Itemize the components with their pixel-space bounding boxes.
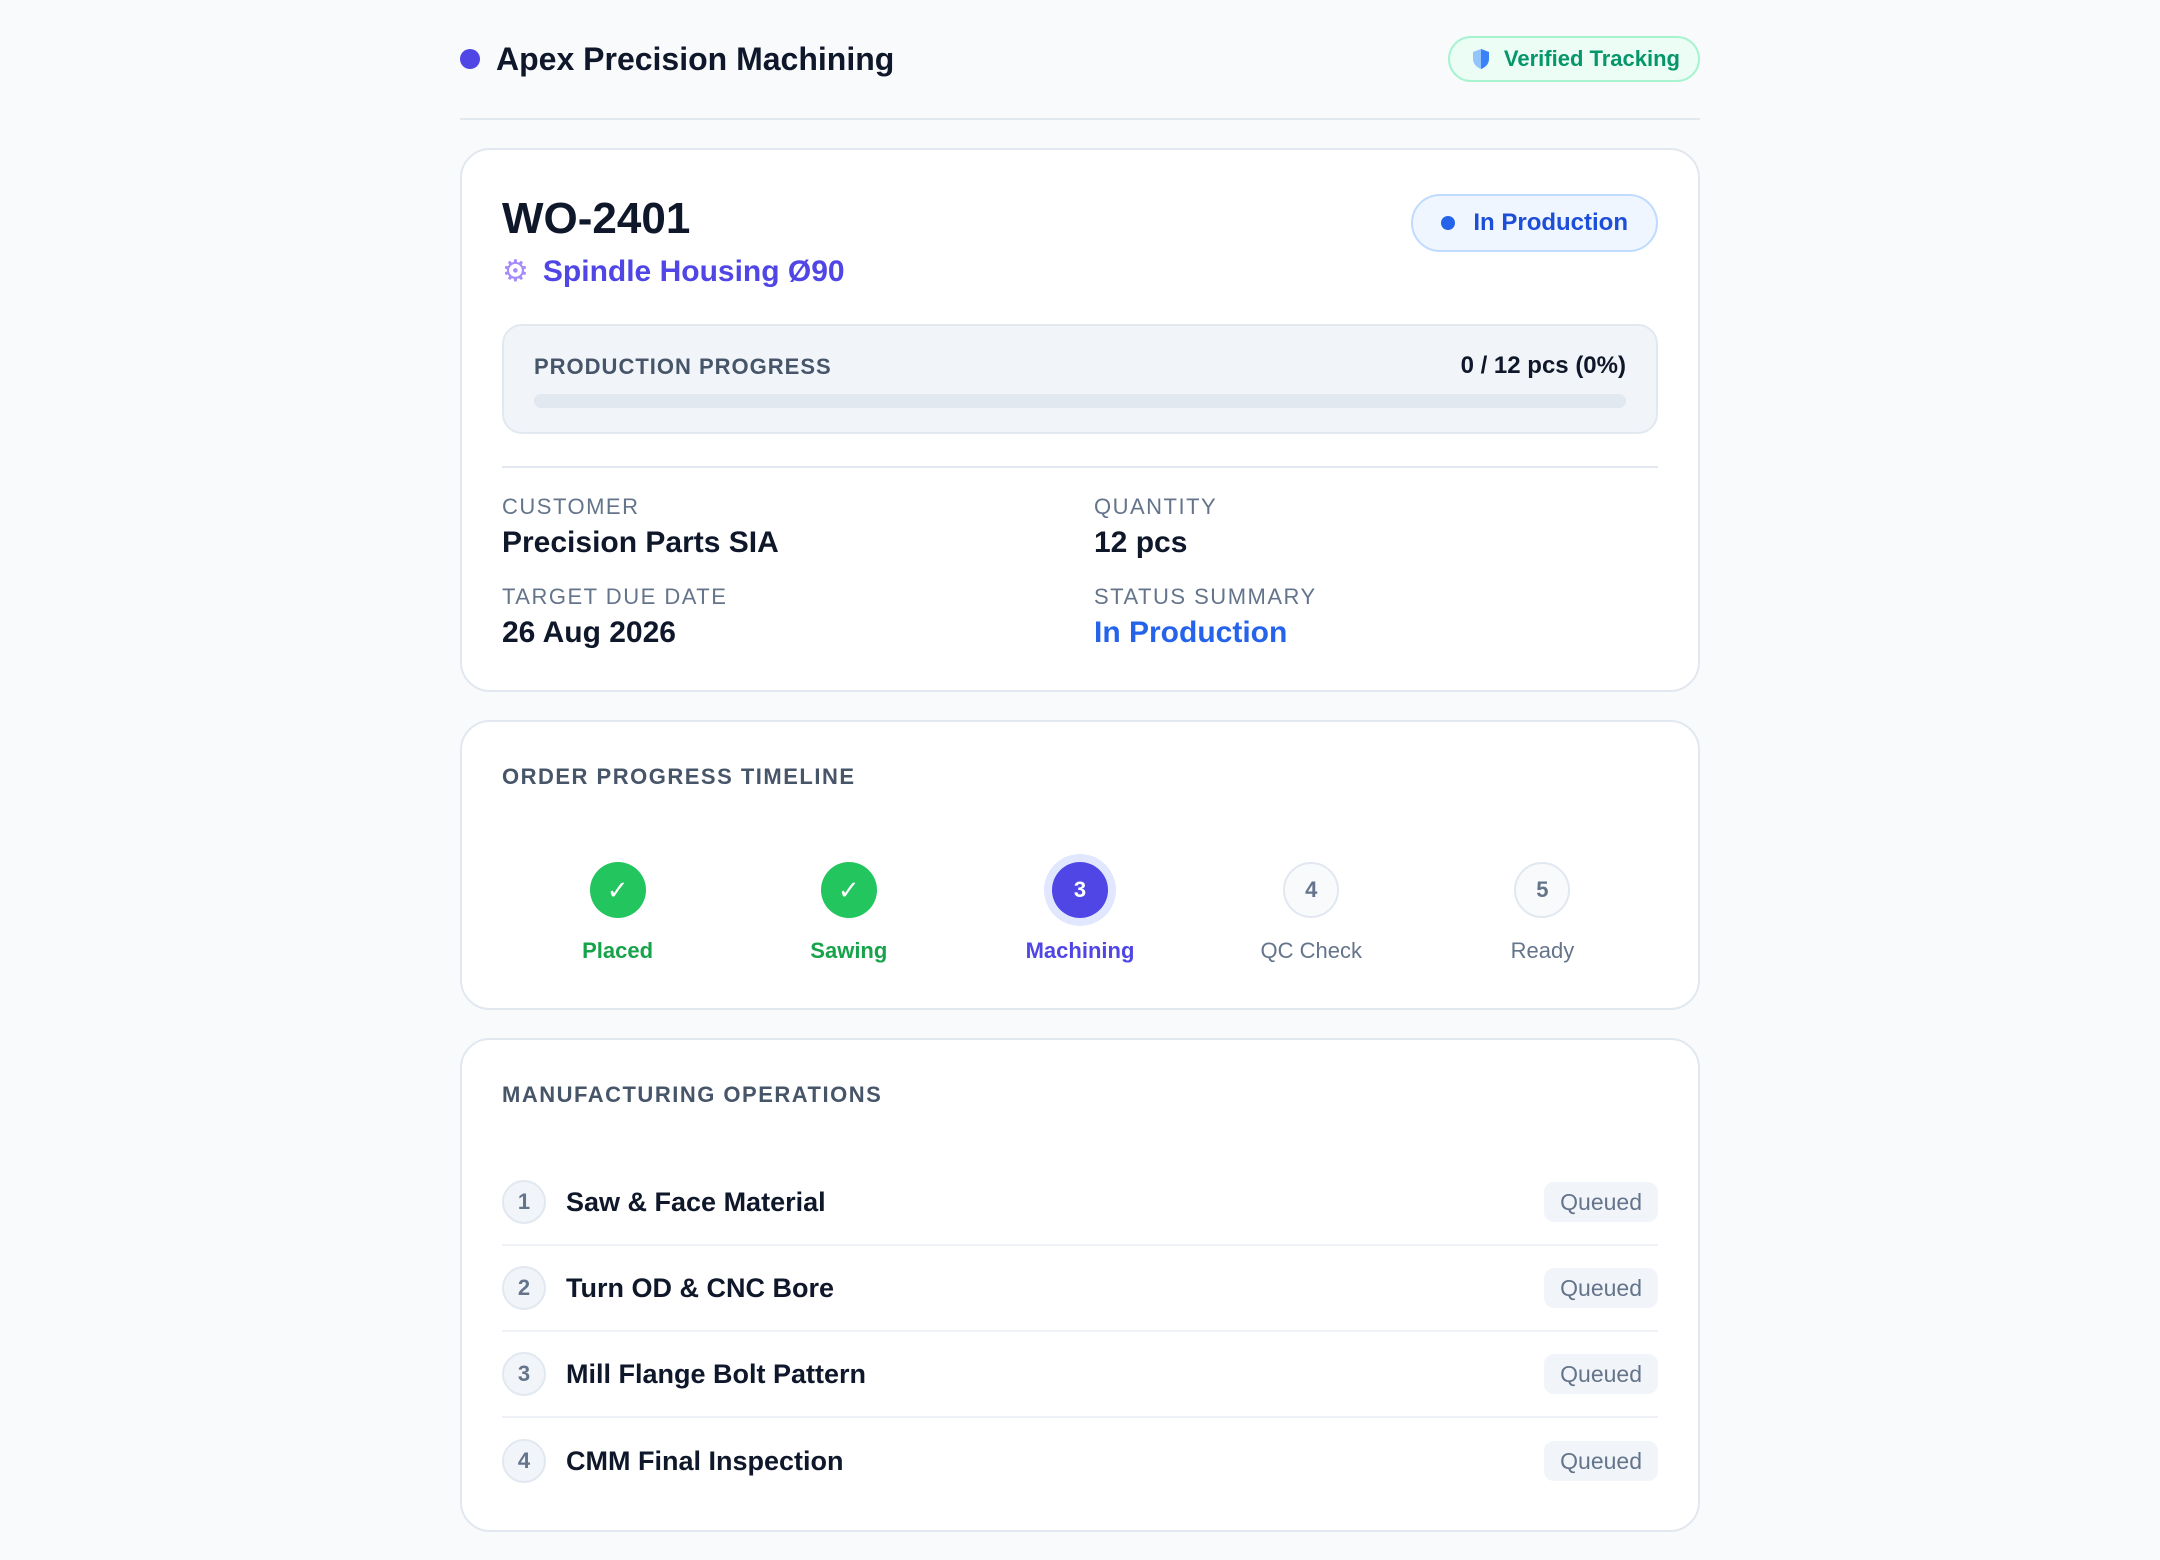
production-progress: PRODUCTION PROGRESS 0 / 12 pcs (0%) xyxy=(502,324,1658,434)
due-date-field: TARGET DUE DATE 26 Aug 2026 xyxy=(502,584,727,650)
status-summary-field: STATUS SUMMARY In Production xyxy=(1094,584,1317,650)
status-badge-label: In Production xyxy=(1473,209,1628,236)
step-label: Machining xyxy=(1025,938,1135,963)
operation-number: 4 xyxy=(502,1439,546,1483)
customer-field: CUSTOMER Precision Parts SIA xyxy=(502,494,779,560)
list-item: 2 Turn OD & CNC Bore Queued xyxy=(502,1246,1658,1332)
status-summary-value: In Production xyxy=(1094,616,1288,649)
order-timeline-card: ORDER PROGRESS TIMELINE ✓ Placed ✓ Sawin… xyxy=(460,720,1700,1010)
due-date-label: TARGET DUE DATE xyxy=(502,584,728,609)
list-item: 3 Mill Flange Bolt Pattern Queued xyxy=(502,1332,1658,1418)
list-item: 1 Saw & Face Material Queued xyxy=(502,1160,1658,1246)
operation-name: Turn OD & CNC Bore xyxy=(566,1272,834,1303)
step-label: Placed xyxy=(582,938,654,963)
operations-list: 1 Saw & Face Material Queued 2 Turn OD &… xyxy=(502,1160,1658,1504)
timeline-step-placed: ✓ Placed xyxy=(502,862,733,964)
brand: Apex Precision Machining xyxy=(460,41,894,78)
step-label: Ready xyxy=(1510,938,1575,963)
order-summary-card: WO-2401 ⚙ Spindle Housing Ø90 In Product… xyxy=(460,148,1700,692)
status-summary-label: STATUS SUMMARY xyxy=(1094,584,1317,609)
quantity-label: QUANTITY xyxy=(1094,494,1218,519)
order-id: WO-2401 xyxy=(502,194,691,243)
operation-number: 2 xyxy=(502,1266,546,1310)
operations-title: MANUFACTURING OPERATIONS xyxy=(502,1082,883,1107)
operation-name: CMM Final Inspection xyxy=(566,1445,844,1476)
progress-value: 0 / 12 pcs (0%) xyxy=(1460,352,1626,379)
quantity-field: QUANTITY 12 pcs xyxy=(1094,494,1217,560)
quantity-value: 12 pcs xyxy=(1094,526,1188,559)
operation-name: Saw & Face Material xyxy=(566,1186,826,1217)
operation-status-badge: Queued xyxy=(1544,1354,1658,1394)
operation-status-badge: Queued xyxy=(1544,1441,1658,1481)
timeline-step-sawing: ✓ Sawing xyxy=(733,862,964,964)
step-label: QC Check xyxy=(1260,938,1362,963)
timeline-step-machining: 3 Machining xyxy=(964,862,1195,964)
brand-name: Apex Precision Machining xyxy=(496,40,895,77)
operation-status-badge: Queued xyxy=(1544,1182,1658,1222)
manufacturing-operations-card: MANUFACTURING OPERATIONS 1 Saw & Face Ma… xyxy=(460,1038,1700,1532)
part-name-row: ⚙ Spindle Housing Ø90 xyxy=(502,254,845,289)
step-marker: 4 xyxy=(1283,862,1340,918)
brand-dot-icon xyxy=(460,49,480,69)
timeline-step-qc-check: 4 QC Check xyxy=(1196,862,1427,964)
operation-number: 3 xyxy=(502,1352,546,1396)
timeline-title: ORDER PROGRESS TIMELINE xyxy=(502,764,856,789)
customer-value: Precision Parts SIA xyxy=(502,526,779,559)
step-marker: ✓ xyxy=(589,862,646,918)
status-badge: In Production xyxy=(1411,194,1658,252)
progress-bar xyxy=(534,394,1626,408)
divider xyxy=(502,466,1658,468)
operation-number: 1 xyxy=(502,1180,546,1224)
part-name: Spindle Housing Ø90 xyxy=(542,254,845,288)
list-item: 4 CMM Final Inspection Queued xyxy=(502,1418,1658,1504)
top-bar: Apex Precision Machining Verified Tracki… xyxy=(460,0,1700,120)
step-marker: 5 xyxy=(1514,862,1571,918)
status-dot-icon xyxy=(1441,216,1456,230)
verified-tracking-badge: Verified Tracking xyxy=(1447,36,1700,82)
order-tracking-page: Apex Precision Machining Verified Tracki… xyxy=(460,0,1700,1532)
due-date-value: 26 Aug 2026 xyxy=(502,616,676,649)
gear-icon: ⚙ xyxy=(502,255,529,288)
timeline-steps: ✓ Placed ✓ Sawing 3 Machining 4 QC Check… xyxy=(502,862,1658,964)
step-label: Sawing xyxy=(810,938,888,963)
step-marker: 3 xyxy=(1052,862,1108,918)
operation-status-badge: Queued xyxy=(1544,1268,1658,1308)
verified-tracking-label: Verified Tracking xyxy=(1503,46,1680,71)
progress-label: PRODUCTION PROGRESS xyxy=(534,354,832,379)
shield-icon xyxy=(1472,49,1489,69)
operation-name: Mill Flange Bolt Pattern xyxy=(566,1358,867,1389)
customer-label: CUSTOMER xyxy=(502,494,640,519)
step-marker: ✓ xyxy=(820,862,877,918)
timeline-step-ready: 5 Ready xyxy=(1427,862,1658,964)
